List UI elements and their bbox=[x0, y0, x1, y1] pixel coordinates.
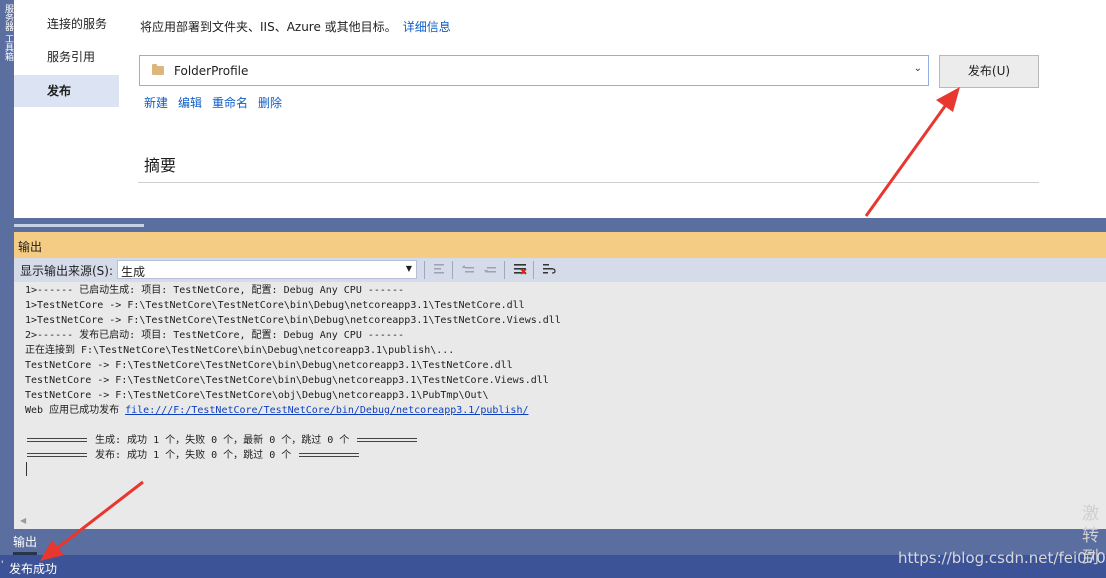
output-line: TestNetCore -> F:\TestNetCore\TestNetCor… bbox=[25, 390, 489, 401]
output-toolbar: 显示输出来源(S): 生成 ▼ bbox=[14, 258, 1106, 282]
text-cursor bbox=[26, 462, 27, 476]
publish-button[interactable]: 发布(U) bbox=[939, 55, 1039, 88]
toolbar-separator bbox=[533, 261, 534, 279]
output-line-publish-summary: 发布: 成功 1 个，失败 0 个，跳过 0 个 bbox=[25, 448, 561, 463]
output-text-area[interactable]: 1>------ 已启动生成: 项目: TestNetCore, 配置: Deb… bbox=[14, 282, 1106, 529]
separator-bar bbox=[27, 438, 87, 442]
toolbar-separator bbox=[504, 261, 505, 279]
profile-dropdown[interactable]: FolderProfile ⌄ bbox=[139, 55, 929, 86]
output-blank-line bbox=[25, 418, 561, 433]
separator-bar bbox=[27, 453, 87, 457]
output-title-bar[interactable]: 输出 bbox=[14, 232, 1106, 258]
output-line: 2>------ 发布已启动: 项目: TestNetCore, 配置: Deb… bbox=[25, 330, 404, 341]
new-profile-link[interactable]: 新建 bbox=[144, 94, 168, 111]
web-published-text: Web 应用已成功发布 bbox=[25, 405, 126, 416]
summary-title: 摘要 bbox=[144, 156, 177, 175]
tab-output[interactable]: 输出 bbox=[10, 532, 40, 555]
nav-item-service-references[interactable]: 服务引用 bbox=[14, 41, 119, 73]
find-message-icon[interactable] bbox=[432, 262, 446, 276]
output-lines: 1>------ 已启动生成: 项目: TestNetCore, 配置: Deb… bbox=[25, 283, 561, 463]
output-line: TestNetCore -> F:\TestNetCore\TestNetCor… bbox=[25, 375, 549, 386]
nav-label: 发布 bbox=[47, 84, 72, 98]
publish-folder-link[interactable]: file:///F:/TestNetCore/TestNetCore/bin/D… bbox=[125, 405, 528, 416]
profile-value: FolderProfile bbox=[174, 64, 249, 78]
summary-divider bbox=[138, 182, 1039, 183]
folder-icon bbox=[152, 64, 164, 75]
delete-profile-link[interactable]: 删除 bbox=[258, 94, 282, 111]
publish-description: 将应用部署到文件夹、IIS、Azure 或其他目标。 详细信息 bbox=[140, 18, 451, 35]
output-title: 输出 bbox=[18, 240, 43, 254]
output-line: 正在连接到 F:\TestNetCore\TestNetCore\bin\Deb… bbox=[25, 345, 455, 356]
previous-message-icon[interactable] bbox=[461, 262, 475, 276]
nav-item-connected-services[interactable]: 连接的服务 bbox=[14, 8, 119, 40]
next-message-icon[interactable] bbox=[483, 262, 497, 276]
publish-page: 连接的服务 服务引用 发布 将应用部署到文件夹、IIS、Azure 或其他目标。… bbox=[14, 0, 1106, 218]
output-line-build-summary: 生成: 成功 1 个，失败 0 个，最新 0 个，跳过 0 个 bbox=[25, 433, 561, 448]
build-summary-text: 生成: 成功 1 个，失败 0 个，最新 0 个，跳过 0 个 bbox=[89, 435, 356, 446]
status-indicator-icon: ' bbox=[1, 560, 4, 570]
left-strip-label[interactable]: 服务器 工具箱 bbox=[1, 4, 13, 61]
splitter-handle[interactable] bbox=[14, 224, 144, 227]
output-source-label: 显示输出来源(S): bbox=[20, 264, 114, 278]
watermark-text: https://blog.csdn.net/fei0700 bbox=[898, 549, 1106, 567]
toolbar-separator bbox=[424, 261, 425, 279]
output-line: 1>------ 已启动生成: 项目: TestNetCore, 配置: Deb… bbox=[25, 285, 404, 296]
clear-all-icon[interactable] bbox=[513, 262, 527, 276]
word-wrap-icon[interactable] bbox=[542, 262, 556, 276]
publish-summary-text: 发布: 成功 1 个，失败 0 个，跳过 0 个 bbox=[89, 450, 298, 461]
separator-bar bbox=[357, 438, 418, 442]
output-line: TestNetCore -> F:\TestNetCore\TestNetCor… bbox=[25, 360, 513, 371]
chevron-down-icon: ⌄ bbox=[913, 63, 922, 74]
details-link[interactable]: 详细信息 bbox=[403, 20, 451, 34]
output-line: 1>TestNetCore -> F:\TestNetCore\TestNetC… bbox=[25, 300, 525, 311]
nav-item-publish[interactable]: 发布 bbox=[14, 75, 119, 107]
edit-profile-link[interactable]: 编辑 bbox=[178, 94, 202, 111]
nav-label: 服务引用 bbox=[47, 50, 96, 64]
panel-splitter[interactable] bbox=[14, 218, 1106, 232]
output-source-value: 生成 bbox=[121, 265, 146, 279]
scroll-left-icon[interactable]: ◀ bbox=[20, 516, 26, 525]
separator-bar bbox=[299, 453, 360, 457]
publish-description-text: 将应用部署到文件夹、IIS、Azure 或其他目标。 bbox=[140, 20, 397, 34]
nav-label: 连接的服务 bbox=[47, 17, 108, 31]
left-tool-strip[interactable]: 服务器 工具箱 bbox=[0, 0, 14, 530]
output-source-dropdown[interactable]: 生成 ▼ bbox=[117, 260, 417, 279]
status-text: 发布成功 bbox=[9, 562, 58, 576]
rename-profile-link[interactable]: 重命名 bbox=[212, 94, 248, 111]
toolbar-separator bbox=[452, 261, 453, 279]
output-line-web-published: Web 应用已成功发布 file:///F:/TestNetCore/TestN… bbox=[25, 403, 561, 418]
output-line: 1>TestNetCore -> F:\TestNetCore\TestNetC… bbox=[25, 315, 561, 326]
chevron-down-icon: ▼ bbox=[405, 264, 412, 273]
